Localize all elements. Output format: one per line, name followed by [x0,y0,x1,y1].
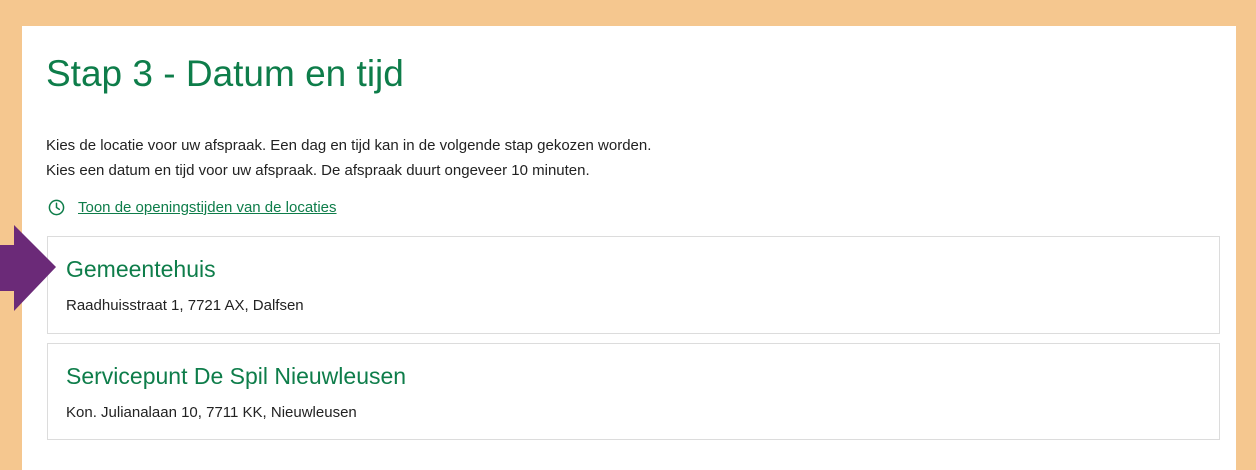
intro-text: Kies de locatie voor uw afspraak. Een da… [46,133,651,183]
location-card-servicepunt[interactable]: Servicepunt De Spil Nieuwleusen Kon. Jul… [47,343,1220,440]
arrow-right-icon [0,225,56,311]
opening-hours-link[interactable]: Toon de openingstijden van de locaties [48,199,337,216]
location-name[interactable]: Gemeentehuis [66,255,216,283]
location-address: Raadhuisstraat 1, 7721 AX, Dalfsen [66,297,304,314]
page-title: Stap 3 - Datum en tijd [46,53,404,94]
clock-icon [48,199,65,216]
intro-line-location: Kies de locatie voor uw afspraak. Een da… [46,137,652,154]
opening-hours-link-label[interactable]: Toon de openingstijden van de locaties [78,199,337,216]
location-name[interactable]: Servicepunt De Spil Nieuwleusen [66,362,406,390]
location-card-gemeentehuis[interactable]: Gemeentehuis Raadhuisstraat 1, 7721 AX, … [47,236,1220,334]
intro-line-duration: Kies een datum en tijd voor uw afspraak.… [46,162,590,179]
location-address: Kon. Julianalaan 10, 7711 KK, Nieuwleuse… [66,404,357,421]
